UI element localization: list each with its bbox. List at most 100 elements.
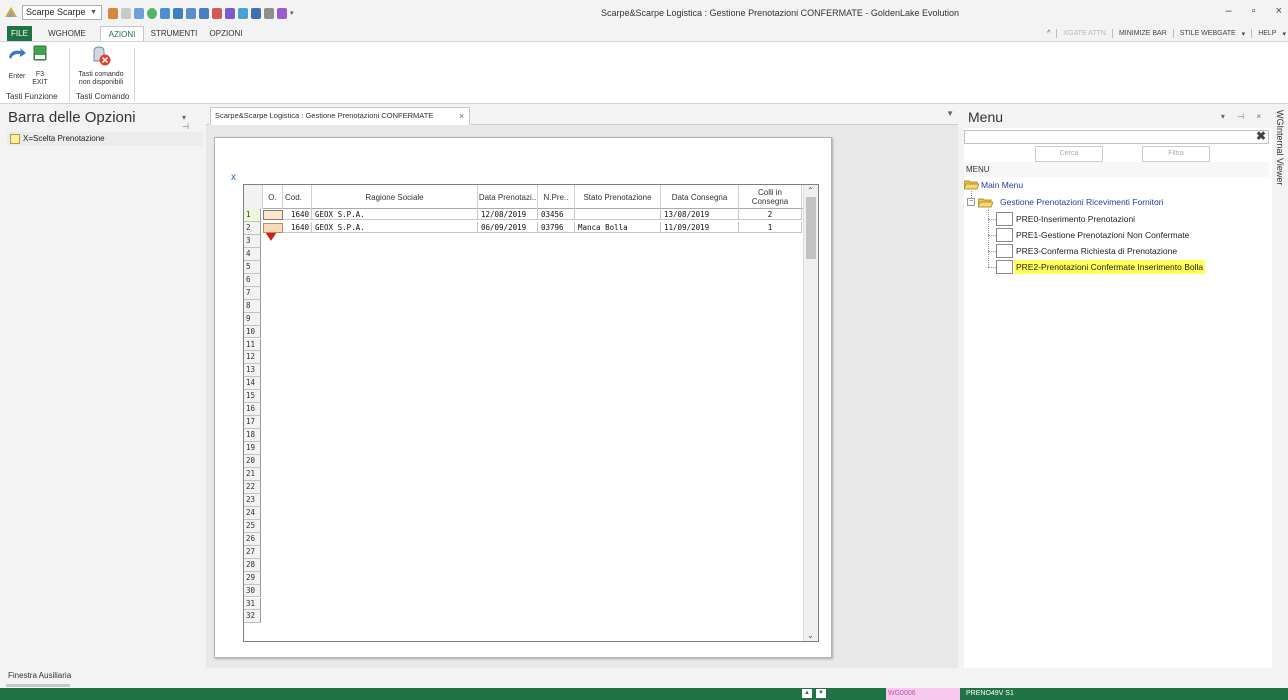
- row-number[interactable]: 18: [244, 429, 261, 443]
- chart-icon[interactable]: [212, 7, 222, 19]
- row-number[interactable]: 13: [244, 364, 261, 378]
- row-number[interactable]: 10: [244, 325, 261, 339]
- panel-controls-icon[interactable]: ▾ ⊣ ×: [1221, 112, 1266, 121]
- collapse-ribbon-icon[interactable]: ^: [1047, 30, 1050, 37]
- col-header-ragione-sociale[interactable]: Ragione Sociale: [312, 185, 478, 209]
- menu-item-pre0[interactable]: PRE0-Inserimento Prenotazioni: [1016, 212, 1135, 226]
- maximize-button[interactable]: ▫: [1252, 5, 1256, 17]
- minimize-button[interactable]: –: [1226, 5, 1232, 17]
- col-header-data-consegna[interactable]: Data Consegna: [661, 185, 739, 209]
- grid-cell-npre[interactable]: 03456: [538, 209, 575, 220]
- row-number[interactable]: 22: [244, 480, 261, 494]
- enter-button[interactable]: Enter: [6, 45, 28, 81]
- tab-gestione-prenotazioni[interactable]: Scarpe&Scarpe Logistica : Gestione Preno…: [210, 107, 470, 125]
- document-icon[interactable]: [121, 7, 131, 19]
- stile-webgate-link[interactable]: STILE WEBGATE: [1180, 30, 1236, 37]
- print-icon[interactable]: [264, 7, 274, 19]
- tree-group-prenotazioni[interactable]: Gestione Prenotazioni Ricevimenti Fornit…: [1000, 195, 1163, 209]
- grid-cell-data-pren[interactable]: 12/08/2019: [478, 209, 538, 220]
- grid-cell-data-cons[interactable]: 11/09/2019: [661, 221, 739, 233]
- row-number[interactable]: 32: [244, 610, 261, 624]
- grid-cell-colli[interactable]: 2: [739, 209, 802, 220]
- row-number[interactable]: 21: [244, 468, 261, 481]
- collapse-toggle-icon[interactable]: −: [967, 198, 975, 206]
- tab-opzioni[interactable]: OPZIONI: [206, 26, 246, 41]
- grid-cell-data-pren[interactable]: 06/09/2019: [478, 221, 538, 233]
- status-down-button[interactable]: ▼: [816, 689, 826, 698]
- list-icon[interactable]: [199, 7, 209, 19]
- grid-scrollbar[interactable]: ⌃ ⌄: [803, 185, 818, 641]
- table-icon[interactable]: [238, 7, 248, 19]
- tab-azioni[interactable]: AZIONI: [100, 26, 144, 42]
- row-number[interactable]: 15: [244, 390, 261, 404]
- grid-cell-colli[interactable]: 1: [739, 221, 802, 233]
- row-number[interactable]: 8: [244, 299, 261, 313]
- chevron-down-icon[interactable]: ▾: [1242, 30, 1246, 38]
- copy-icon[interactable]: [134, 7, 144, 19]
- status-up-button[interactable]: ▲: [802, 689, 812, 698]
- col-header-npre[interactable]: N.Pre..: [538, 185, 575, 209]
- col-header-colli[interactable]: Colli in Consegna: [739, 185, 802, 209]
- row-number[interactable]: 12: [244, 351, 261, 365]
- tab-wghome[interactable]: WGHOME: [38, 26, 96, 41]
- f3-exit-button[interactable]: F3 EXIT: [30, 45, 50, 87]
- row-number[interactable]: 20: [244, 455, 261, 468]
- minimize-bar-link[interactable]: MINIMIZE BAR: [1119, 30, 1167, 37]
- row-number[interactable]: 3: [244, 234, 261, 248]
- row-number[interactable]: 4: [244, 247, 261, 261]
- row-number[interactable]: 16: [244, 403, 261, 417]
- scroll-down-icon[interactable]: ⌄: [807, 631, 814, 640]
- cerca-button[interactable]: Cerca: [1035, 146, 1103, 162]
- tool-icon[interactable]: [108, 7, 118, 19]
- menu-search-input[interactable]: ✖: [964, 129, 1269, 144]
- ok-icon[interactable]: [147, 7, 157, 19]
- close-icon[interactable]: ×: [459, 108, 464, 124]
- scroll-up-icon[interactable]: ⌃: [807, 186, 814, 195]
- row-number[interactable]: 28: [244, 558, 261, 572]
- row-number[interactable]: 14: [244, 377, 261, 391]
- row-number[interactable]: 19: [244, 442, 261, 456]
- sort-icon[interactable]: [160, 7, 170, 19]
- tab-file[interactable]: FILE: [7, 26, 32, 41]
- row-number[interactable]: 31: [244, 597, 261, 611]
- move-up-icon[interactable]: [186, 7, 196, 19]
- clear-search-icon[interactable]: ✖: [1256, 129, 1266, 143]
- wginternal-viewer-tab[interactable]: WGInternal Viewer: [1273, 106, 1288, 668]
- tab-strumenti[interactable]: STRUMENTI: [148, 26, 200, 41]
- prenotazioni-grid[interactable]: O. Cod. Ragione Sociale Data Prenotazi..…: [243, 184, 819, 642]
- row-number[interactable]: 27: [244, 545, 261, 559]
- option-input-cell[interactable]: [263, 210, 283, 220]
- grid-cell-cod[interactable]: 1640: [283, 221, 312, 233]
- menu-item-pre2-selected[interactable]: PRE2-Prenotazioni Confermate Inserimento…: [1014, 260, 1206, 274]
- company-combo[interactable]: Scarpe Scarpe ▼: [22, 5, 102, 20]
- grid-cell-ragione[interactable]: GEOX S.P.A.: [312, 221, 478, 233]
- tree-main-menu[interactable]: Main Menu: [981, 178, 1023, 192]
- edit-icon[interactable]: [225, 7, 235, 19]
- help-link[interactable]: HELP: [1258, 30, 1276, 37]
- row-number[interactable]: 2: [244, 221, 261, 235]
- row-number[interactable]: 6: [244, 273, 261, 287]
- customize-icon[interactable]: ▾: [290, 9, 294, 17]
- grid-cell-stato[interactable]: [575, 209, 661, 220]
- auxiliary-tab-indicator[interactable]: [6, 684, 70, 687]
- window-icon[interactable]: [251, 7, 261, 19]
- menu-item-pre1[interactable]: PRE1-Gestione Prenotazioni Non Confermat…: [1016, 228, 1189, 242]
- col-header-o[interactable]: O.: [263, 185, 283, 209]
- row-number[interactable]: 17: [244, 416, 261, 430]
- grid-cell-npre[interactable]: 03796: [538, 221, 575, 233]
- filtra-button[interactable]: Filtra: [1142, 146, 1210, 162]
- pin-icon[interactable]: ▾ ⊣: [182, 113, 206, 131]
- option-item-scelta-prenotazione[interactable]: X=Scelta Prenotazione: [7, 132, 203, 146]
- row-number[interactable]: 30: [244, 584, 261, 598]
- tab-list-dropdown-icon[interactable]: ▼: [946, 109, 954, 118]
- row-number[interactable]: 5: [244, 260, 261, 274]
- scrollbar-thumb[interactable]: [806, 197, 816, 259]
- close-button[interactable]: ×: [1276, 5, 1282, 17]
- grid-cell-stato[interactable]: Manca Bolla: [575, 221, 661, 233]
- row-number[interactable]: 29: [244, 571, 261, 585]
- row-number[interactable]: 25: [244, 519, 261, 533]
- row-number[interactable]: 1: [244, 209, 261, 222]
- grid-cell-ragione[interactable]: GEOX S.P.A.: [312, 209, 478, 220]
- brush-icon[interactable]: [277, 7, 287, 19]
- row-number[interactable]: 26: [244, 532, 261, 546]
